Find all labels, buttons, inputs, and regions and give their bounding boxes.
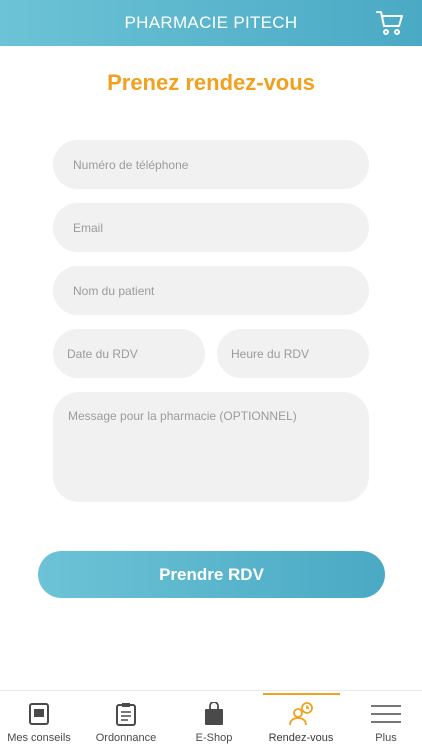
app-header: PHARMACIE PITECH xyxy=(0,0,422,46)
tab-ordonnance[interactable]: Ordonnance xyxy=(86,691,166,750)
tab-label: Ordonnance xyxy=(95,732,157,744)
page-title: Prenez rendez-vous xyxy=(107,70,315,95)
phone-field[interactable]: Numéro de téléphone xyxy=(53,140,369,189)
submit-button[interactable]: Prendre RDV xyxy=(38,551,385,598)
tab-label: E-Shop xyxy=(195,732,233,744)
tab-e-shop[interactable]: E-Shop xyxy=(176,691,252,750)
patient-name-field[interactable]: Nom du patient xyxy=(53,266,369,315)
email-field[interactable]: Email xyxy=(53,203,369,252)
header-title: PHARMACIE PITECH xyxy=(124,13,298,32)
tab-rendez-vous[interactable]: Rendez-vous xyxy=(262,691,340,750)
tab-label: Plus xyxy=(375,732,397,744)
clipboard-icon xyxy=(116,701,136,727)
tab-plus[interactable]: Plus xyxy=(350,691,422,750)
date-field[interactable]: Date du RDV xyxy=(53,329,205,378)
tab-mes-conseils[interactable]: Mes conseils xyxy=(0,691,78,750)
tab-label: Mes conseils xyxy=(7,732,71,744)
time-field[interactable]: Heure du RDV xyxy=(217,329,369,378)
menu-icon xyxy=(371,701,401,727)
cart-icon[interactable] xyxy=(376,10,404,36)
appointment-icon xyxy=(288,701,314,727)
shopping-bag-icon xyxy=(204,701,224,727)
tab-label: Rendez-vous xyxy=(268,732,334,744)
book-icon xyxy=(29,701,49,727)
tab-bar: Mes conseils Ordonnance E-Shop Rendez-vo… xyxy=(0,690,422,750)
message-field[interactable]: Message pour la pharmacie (OPTIONNEL) xyxy=(53,392,369,502)
